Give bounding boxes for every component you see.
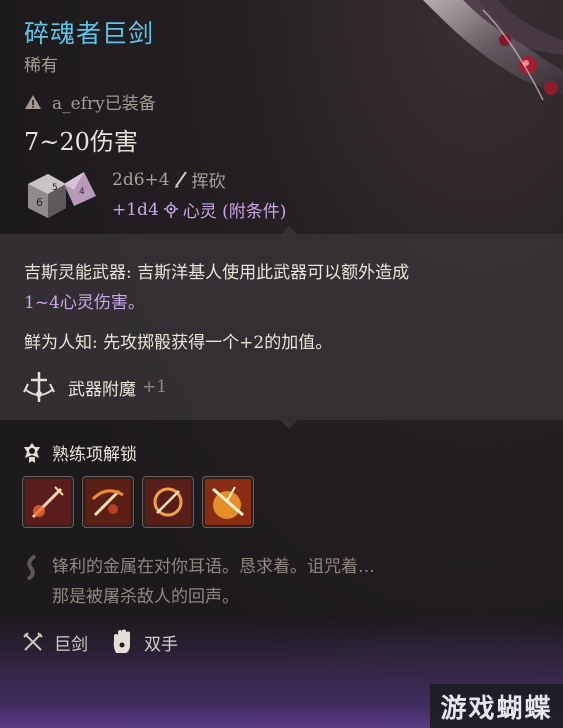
extra-damage: +1d4 心灵 (附条件) [112,197,287,223]
weapon-action-4-icon [205,479,251,525]
tag-weapon-type: 巨剑 [22,630,88,655]
weapon-action-3[interactable] [142,476,194,528]
warning-icon [25,94,41,109]
handedness-label: 双手 [144,634,178,655]
proficiency-header: 熟练项解锁 [22,440,137,465]
equipped-label: a_efry已装备 [52,94,156,114]
weapon-action-4[interactable] [202,476,254,528]
proficiency-actions [22,476,254,528]
weapon-action-1[interactable] [22,476,74,528]
svg-text:5: 5 [52,183,58,193]
item-tags: 巨剑 双手 [22,629,200,655]
tag-handedness: 双手 [110,629,178,655]
flavor-line-2: 那是被屠杀敌人的回声。 [52,587,239,607]
hand-icon [113,629,130,653]
weapon-action-1-icon [25,479,71,525]
enchantment-label: 武器附魔 [68,379,136,400]
extra-damage-roll: +1d4 [112,199,159,220]
psychic-icon [163,201,178,218]
rare-label: 鲜为人知: [24,333,98,353]
weapon-type-label: 巨剑 [54,634,88,655]
rare-passive[interactable]: 鲜为人知: 先攻掷骰获得一个+2的加值。 [24,328,332,353]
weapon-action-3-icon [145,479,191,525]
weapon-enchantment[interactable]: 武器附魔 +1 [22,370,167,404]
psionic-damage: 1~4心灵伤害。 [24,293,145,313]
svg-text:6: 6 [36,196,43,209]
crossed-swords-icon [23,632,43,651]
flavor-line-1: 锋利的金属在对你耳语。恳求着。诅咒着… [52,557,375,577]
proficiency-icon [24,442,40,463]
weapon-action-2-icon [85,479,131,525]
equipped-status: a_efry已装备 [24,89,156,114]
base-damage: 2d6+4 挥砍 [112,167,226,193]
item-rarity: 稀有 [24,56,58,76]
extra-damage-type: 心灵 (附条件) [182,202,287,222]
proficiency-title: 熟练项解锁 [52,445,137,465]
item-tooltip: 碎魂者巨剑 稀有 a_efry已装备 7~20伤害 6 5 4 2d6+4 挥砍… [0,0,563,728]
quote-icon [26,554,37,580]
damage-total: 7~20伤害 [24,128,138,156]
psionic-label: 吉斯灵能武器: [24,263,132,283]
slash-icon [174,170,187,188]
flavor-text: 锋利的金属在对你耳语。恳求着。诅咒着… 那是被屠杀敌人的回声。 [22,552,375,612]
item-name: 碎魂者巨剑 [24,19,155,48]
rare-text: 先攻掷骰获得一个+2的加值。 [97,333,333,353]
psionic-weapon-passive[interactable]: 吉斯灵能武器: 吉斯洋基人使用此武器可以额外造成 1~4心灵伤害。 [24,258,544,318]
enchantment-value: +1 [142,377,168,397]
svg-text:4: 4 [79,187,85,197]
section-notch [280,420,298,429]
dice-icon: 6 5 4 [28,172,96,218]
weapon-action-2[interactable] [82,476,134,528]
psionic-text: 吉斯洋基人使用此武器可以额外造成 [131,263,410,283]
enchantment-icon [23,372,55,402]
site-watermark: 游戏蝴蝶 [430,684,563,728]
base-damage-roll: 2d6+4 [112,169,170,190]
base-damage-type: 挥砍 [191,172,226,192]
weapon-art [383,0,563,120]
